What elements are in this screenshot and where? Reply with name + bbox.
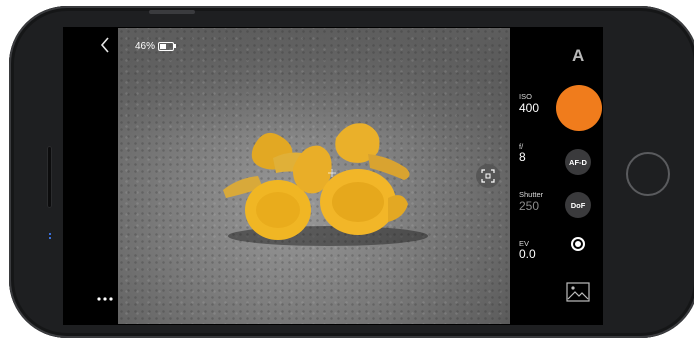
shutter-value[interactable]: 250: [519, 199, 539, 213]
dof-button[interactable]: DoF: [565, 192, 591, 218]
battery-icon: [158, 42, 174, 51]
af-mode-button[interactable]: AF-D: [565, 149, 591, 175]
battery-tip: [174, 44, 176, 48]
gallery-button[interactable]: [566, 282, 590, 307]
chevron-left-icon: [100, 37, 109, 53]
indicator-dots: [49, 233, 52, 239]
home-button[interactable]: [626, 152, 670, 196]
ev-value[interactable]: 0.0: [519, 247, 536, 261]
phone-speaker: [47, 146, 52, 208]
shutter-button[interactable]: [556, 85, 602, 131]
camera-viewfinder[interactable]: [118, 28, 510, 324]
aperture-value[interactable]: 8: [519, 150, 526, 164]
focus-frame-button[interactable]: [476, 164, 500, 188]
record-dot-icon: [575, 241, 581, 247]
iso-value[interactable]: 400: [519, 101, 539, 115]
image-icon: [566, 282, 590, 302]
capture-mode-toggle[interactable]: [571, 237, 585, 251]
shutter-label: Shutter: [519, 190, 544, 199]
subject-mushrooms: [223, 123, 428, 246]
power-button: [149, 10, 195, 14]
exposure-mode[interactable]: A: [572, 46, 584, 66]
ellipsis-icon: [97, 297, 113, 301]
battery-level: [160, 44, 166, 49]
left-toolbar: [63, 27, 118, 325]
battery-percentage: 46%: [135, 41, 156, 52]
focus-frame-icon: [481, 169, 495, 183]
iso-label: ISO: [519, 92, 532, 101]
more-options-button[interactable]: [97, 288, 115, 304]
back-button[interactable]: [100, 37, 110, 56]
